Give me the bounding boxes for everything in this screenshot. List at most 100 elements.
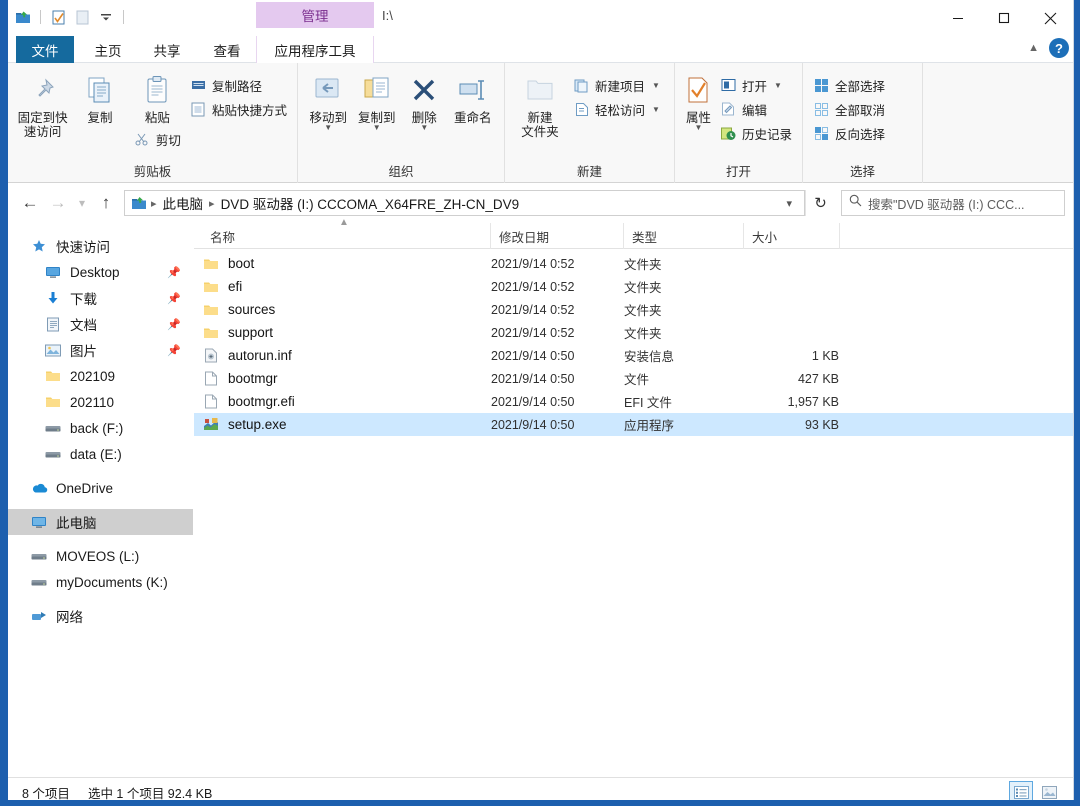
tab-share[interactable]: 共享 (141, 36, 193, 63)
folder-icon (202, 324, 219, 341)
edit-label: 编辑 (742, 100, 767, 119)
pin-to-quick-access-button[interactable]: 固定到快速访问 (14, 67, 71, 159)
open-button[interactable]: 打开 ▼ (716, 73, 796, 97)
open-caret-icon[interactable]: ▼ (774, 81, 782, 90)
maximize-button[interactable] (981, 0, 1027, 36)
select-none-icon (813, 101, 830, 118)
column-header-date[interactable]: 修改日期 (491, 223, 624, 249)
rename-button[interactable]: 重命名 (448, 67, 498, 159)
copy-path-button[interactable]: 复制路径 (186, 73, 291, 97)
select-small-commands: 全部选择 全部取消 (809, 67, 889, 159)
sidebar-item-quick-access[interactable]: 快速访问 (8, 233, 193, 259)
new-item-button[interactable]: 新建项目 ▼ (569, 73, 664, 97)
new-folder-button[interactable]: 新建文件夹 (511, 67, 569, 159)
sidebar-item-back-f[interactable]: back (F:) (8, 415, 193, 441)
folder-icon (202, 255, 219, 272)
tab-application-tools[interactable]: 应用程序工具 (256, 36, 374, 63)
edit-button[interactable]: 编辑 (716, 97, 796, 121)
table-row[interactable]: support 2021/9/14 0:52 文件夹 (194, 321, 1073, 344)
column-header-size[interactable]: 大小 (744, 223, 840, 249)
recent-locations-button[interactable]: ▾ (72, 189, 92, 217)
table-row[interactable]: sources 2021/9/14 0:52 文件夹 (194, 298, 1073, 321)
minimize-button[interactable] (935, 0, 981, 36)
history-button[interactable]: 历史记录 (716, 121, 796, 145)
table-row[interactable]: boot 2021/9/14 0:52 文件夹 (194, 252, 1073, 275)
sidebar-item-moveos-l[interactable]: MOVEOS (L:) (8, 543, 193, 569)
close-button[interactable] (1027, 0, 1073, 36)
forward-button[interactable]: → (44, 189, 72, 217)
cut-button[interactable]: 剪切 (130, 127, 185, 151)
copy-button[interactable]: 复制 (71, 67, 128, 159)
sidebar-item-network[interactable]: 网络 (8, 603, 193, 629)
new-folder-icon[interactable] (73, 8, 91, 26)
easy-access-caret-icon[interactable]: ▼ (652, 105, 660, 114)
refresh-button[interactable]: ↻ (805, 190, 835, 216)
file-explorer-window: 管理 I:\ 文件 主页 共享 查看 应用程序工具 ▲ ? (8, 0, 1074, 800)
sidebar-item-this-pc[interactable]: 此电脑 (8, 509, 193, 535)
delete-caret-icon[interactable]: ▼ (420, 125, 428, 131)
sidebar-item-desktop[interactable]: Desktop 📌 (8, 259, 193, 285)
table-row[interactable]: setup.exe 2021/9/14 0:50 应用程序 93 KB (194, 413, 1073, 436)
file-type: EFI 文件 (624, 392, 672, 411)
breadcrumb[interactable]: ▸ 此电脑 ▸ DVD 驱动器 (I:) CCCOMA_X64FRE_ZH-CN… (124, 190, 805, 216)
paste-button[interactable]: 粘贴 剪切 (129, 67, 186, 159)
new-item-label: 新建项目 (595, 76, 645, 95)
pin-icon[interactable]: 📌 (167, 318, 181, 331)
file-name-cell: efi (202, 278, 242, 295)
sidebar-item-mydocuments-k[interactable]: myDocuments (K:) (8, 569, 193, 595)
pin-icon[interactable]: 📌 (167, 344, 181, 357)
large-icons-view-button[interactable] (1037, 781, 1061, 800)
select-none-button[interactable]: 全部取消 (809, 97, 889, 121)
help-button[interactable]: ? (1049, 38, 1069, 58)
invert-selection-button[interactable]: 反向选择 (809, 121, 889, 145)
file-name-cell: bootmgr (202, 370, 278, 387)
sidebar-item-data-e[interactable]: data (E:) (8, 441, 193, 467)
tab-home[interactable]: 主页 (82, 36, 134, 63)
sidebar-item-202109[interactable]: 202109 (8, 363, 193, 389)
pin-icon[interactable]: 📌 (167, 292, 181, 305)
folder-properties-icon[interactable] (14, 8, 32, 26)
sidebar-item-documents[interactable]: 文档 📌 (8, 311, 193, 337)
breadcrumb-item-dvd-drive[interactable]: DVD 驱动器 (I:) CCCOMA_X64FRE_ZH-CN_DV9 (217, 193, 524, 213)
column-header-type[interactable]: 类型 (624, 223, 744, 249)
up-button[interactable]: ↑ (92, 189, 120, 217)
new-item-caret-icon[interactable]: ▼ (652, 81, 660, 90)
chevron-down-icon[interactable]: ▾ (778, 197, 800, 210)
sidebar-item-onedrive[interactable]: OneDrive (8, 475, 193, 501)
table-row[interactable]: autorun.inf 2021/9/14 0:50 安装信息 1 KB (194, 344, 1073, 367)
sidebar-item-downloads[interactable]: 下载 📌 (8, 285, 193, 311)
qat-separator (40, 10, 41, 24)
table-row[interactable]: bootmgr.efi 2021/9/14 0:50 EFI 文件 1,957 … (194, 390, 1073, 413)
easy-access-button[interactable]: 轻松访问 ▼ (569, 97, 664, 121)
file-date: 2021/9/14 0:50 (491, 395, 574, 409)
paste-shortcut-button[interactable]: 粘贴快捷方式 (186, 97, 291, 121)
tab-file[interactable]: 文件 (16, 36, 74, 63)
file-name-cell: autorun.inf (202, 347, 292, 364)
breadcrumb-item-this-pc[interactable]: 此电脑 (159, 193, 208, 213)
details-view-button[interactable] (1009, 781, 1033, 800)
move-to-caret-icon[interactable]: ▼ (324, 125, 332, 131)
properties-caret-icon[interactable]: ▼ (695, 125, 703, 131)
checklist-icon[interactable] (49, 8, 67, 26)
chevron-up-icon[interactable]: ▲ (1028, 42, 1039, 54)
select-all-button[interactable]: 全部选择 (809, 73, 889, 97)
sidebar-item-202110[interactable]: 202110 (8, 389, 193, 415)
tab-view[interactable]: 查看 (201, 36, 253, 63)
table-row[interactable]: bootmgr 2021/9/14 0:50 文件 427 KB (194, 367, 1073, 390)
back-button[interactable]: ← (16, 189, 44, 217)
copy-to-caret-icon[interactable]: ▼ (373, 125, 381, 131)
pin-icon[interactable]: 📌 (167, 266, 181, 279)
delete-button[interactable]: 删除 ▼ (401, 67, 448, 159)
copy-to-button[interactable]: 复制到 ▼ (353, 67, 402, 159)
column-headers: ▲ 名称 修改日期 类型 大小 (194, 223, 1073, 249)
file-type: 文件夹 (624, 323, 662, 342)
search-input[interactable]: 搜索"DVD 驱动器 (I:) CCC... (841, 190, 1065, 216)
column-header-name[interactable]: 名称 (202, 223, 491, 249)
properties-button[interactable]: 属性 ▼ (681, 67, 716, 159)
move-to-button[interactable]: 移动到 ▼ (304, 67, 353, 159)
customize-qat-caret-icon[interactable] (97, 8, 115, 26)
folder-icon (44, 393, 62, 411)
table-row[interactable]: efi 2021/9/14 0:52 文件夹 (194, 275, 1073, 298)
edit-icon (720, 101, 737, 118)
sidebar-item-pictures[interactable]: 图片 📌 (8, 337, 193, 363)
